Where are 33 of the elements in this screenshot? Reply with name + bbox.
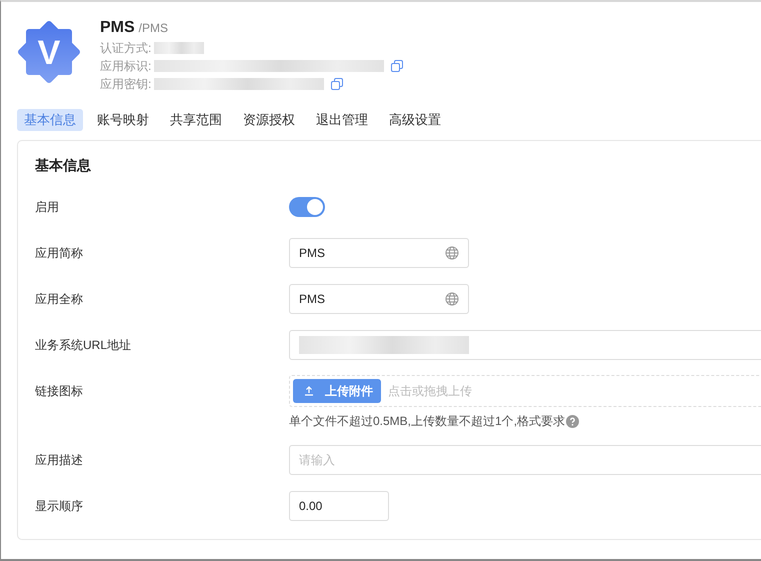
input-field[interactable]: PMS <box>289 238 469 268</box>
globe-icon[interactable] <box>445 292 459 306</box>
tab[interactable]: 退出管理 <box>309 109 375 131</box>
toggle-switch[interactable] <box>289 197 325 217</box>
field-label: 启用 <box>35 199 60 216</box>
info-label: 认证方式: <box>100 40 152 56</box>
tab[interactable]: 账号映射 <box>90 109 156 131</box>
app-code: /PMS <box>138 21 168 35</box>
section-title: 基本信息 <box>35 157 92 175</box>
tab[interactable]: 共享范围 <box>163 109 229 131</box>
field-label: 应用简称 <box>35 245 84 262</box>
upload-hint: 点击或拖拽上传 <box>388 382 472 400</box>
field-label: 应用描述 <box>35 452 84 469</box>
tab[interactable]: 资源授权 <box>236 109 302 131</box>
redacted-value <box>154 42 204 54</box>
number-field[interactable]: 0.00 <box>289 491 389 521</box>
field-label: 显示顺序 <box>35 498 84 515</box>
info-label: 应用密钥: <box>100 76 152 92</box>
input-field[interactable] <box>289 330 761 360</box>
upload-icon <box>303 385 315 397</box>
upload-note: 单个文件不超过0.5MB,上传数量不超过1个,格式要求 <box>289 413 566 430</box>
globe-icon[interactable] <box>445 246 459 260</box>
info-label: 应用标识: <box>100 58 152 74</box>
app-logo: V <box>18 21 80 83</box>
tab[interactable]: 高级设置 <box>382 109 448 131</box>
app-name: PMS <box>100 19 135 37</box>
input-field[interactable]: PMS <box>289 284 469 314</box>
copy-icon[interactable] <box>331 78 344 90</box>
copy-icon[interactable] <box>391 60 404 72</box>
field-label: 链接图标 <box>35 383 84 400</box>
help-icon[interactable] <box>566 415 580 428</box>
field-label: 应用全称 <box>35 291 84 308</box>
field-label: 业务系统URL地址 <box>35 337 132 354</box>
